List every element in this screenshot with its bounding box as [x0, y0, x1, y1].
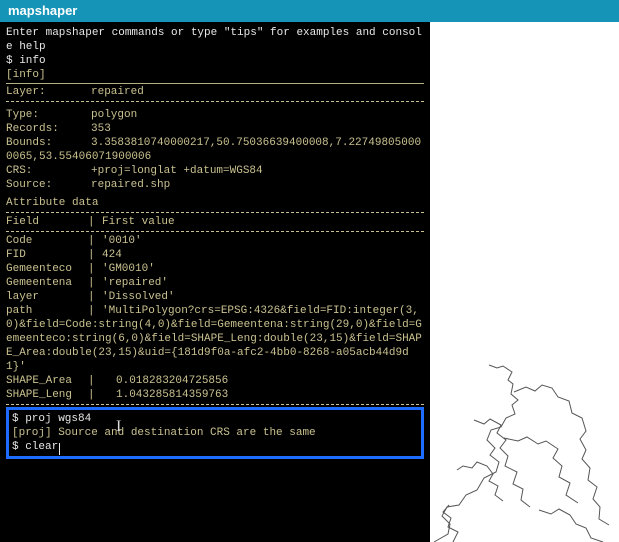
table-row: FID|424 — [6, 248, 424, 262]
console-help-line: Enter mapshaper commands or type "tips" … — [6, 26, 424, 54]
attr-header-field: Field — [6, 215, 88, 229]
prompt-symbol: $ — [12, 441, 25, 453]
command-highlight-box: $ proj wgs84 [proj] Source and destinati… — [6, 407, 424, 459]
layer-row: Layer: repaired — [6, 85, 424, 99]
table-row: layer|'Dissolved' — [6, 290, 424, 304]
divider-dash-attr-mid — [6, 231, 424, 232]
app-header: mapshaper — [0, 0, 619, 22]
workspace: Enter mapshaper commands or type "tips" … — [0, 22, 619, 542]
attr-heading: Attribute data — [6, 196, 424, 210]
console-panel[interactable]: Enter mapshaper commands or type "tips" … — [0, 22, 430, 542]
console-cmd-proj: $ proj wgs84 — [12, 412, 418, 426]
console-input-text: clear — [25, 441, 58, 453]
table-row: Code|'0010' — [6, 234, 424, 248]
attr-table: Code|'0010' FID|424 Gemeenteco|'GM0010' … — [6, 234, 424, 304]
meta-bounds: Bounds:3.3583810740000217,50.75036639400… — [6, 136, 424, 164]
layer-value: repaired — [91, 85, 144, 99]
attr-table-tail: SHAPE_Area|0.018283204725856 SHAPE_Leng|… — [6, 374, 424, 402]
table-row: SHAPE_Leng|1.043285814359763 — [6, 388, 424, 402]
divider-dash-attr-top — [6, 212, 424, 213]
console-cmd-clear[interactable]: $ clear — [12, 440, 418, 454]
table-row-path: path|'MultiPolygon?crs=EPSG:4326&field=F… — [6, 304, 424, 374]
table-row: SHAPE_Area|0.018283204725856 — [6, 374, 424, 388]
console-proj-msg: [proj] Source and destination CRS are th… — [12, 426, 418, 440]
console-tag-info: [info] — [6, 68, 424, 82]
layer-label: Layer: — [6, 85, 91, 99]
table-row: Gemeentena|'repaired' — [6, 276, 424, 290]
app-title: mapshaper — [8, 3, 77, 18]
meta-source: Source:repaired.shp — [6, 178, 424, 192]
text-cursor — [59, 443, 60, 455]
map-outline — [419, 360, 619, 542]
divider-dash-attr-bot — [6, 404, 424, 405]
meta-records: Records:353 — [6, 122, 424, 136]
table-row: Gemeenteco|'GM0010' — [6, 262, 424, 276]
divider-dash-layer — [6, 101, 424, 102]
console-cmd-info: $ info — [6, 54, 424, 68]
meta-crs: CRS:+proj=longlat +datum=WGS84 — [6, 164, 424, 178]
divider-eq-top — [6, 83, 424, 84]
meta-type: Type:polygon — [6, 108, 424, 122]
attr-header-first: First value — [102, 215, 424, 229]
attr-header-row: Field | First value — [6, 215, 424, 229]
